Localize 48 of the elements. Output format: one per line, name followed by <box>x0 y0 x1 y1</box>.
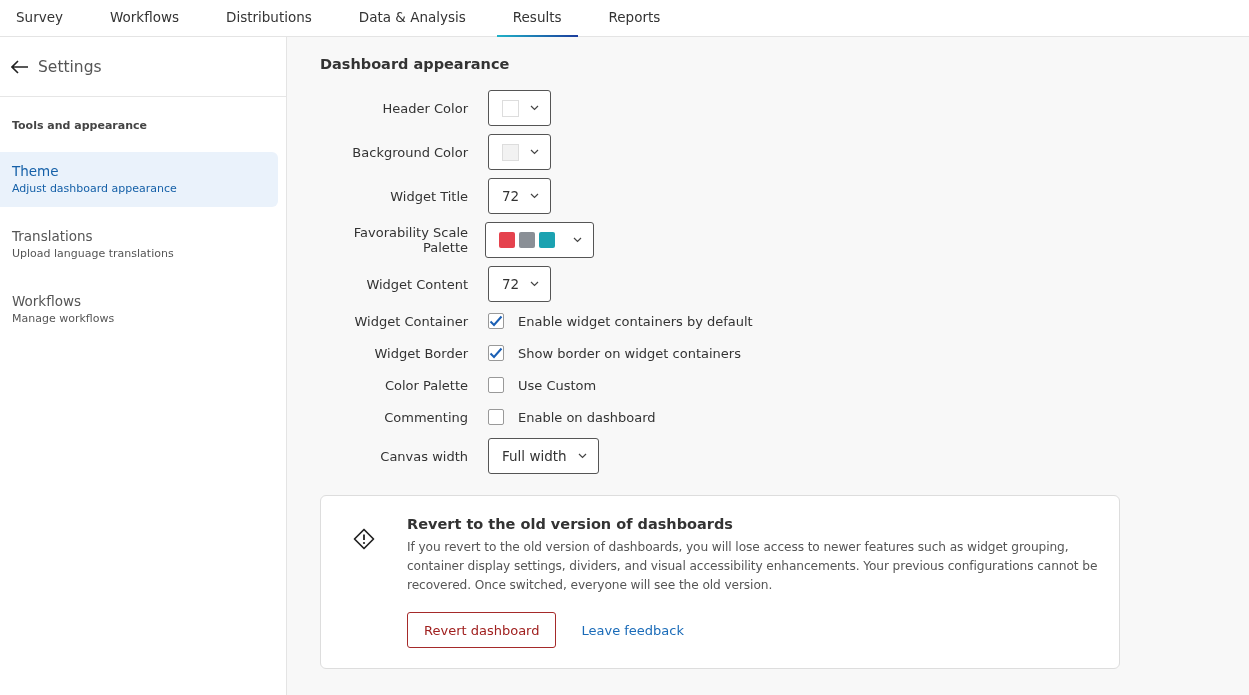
nav-tab[interactable]: Results <box>496 0 578 37</box>
feedback-link[interactable]: Leave feedback <box>581 622 684 638</box>
dropdown[interactable]: Full width <box>488 438 599 474</box>
sidebar-item[interactable]: Theme Adjust dashboard appearance <box>0 152 278 207</box>
checkbox[interactable] <box>488 377 504 393</box>
nav-tab[interactable]: Data & Analysis <box>342 0 482 37</box>
checkbox[interactable] <box>488 345 504 361</box>
setting-label: Background Color <box>351 144 468 160</box>
revert-button[interactable]: Revert dashboard <box>407 612 557 648</box>
caret-icon <box>530 149 539 155</box>
back-arrow-icon <box>11 59 29 74</box>
checkbox-label: Enable on dashboard <box>518 409 656 425</box>
setting-label: Color Palette <box>383 377 468 393</box>
sidebar-item[interactable]: Workflows Manage workflows <box>0 282 278 337</box>
color-dropdown[interactable] <box>488 90 551 126</box>
setting-label: Widget Title <box>389 188 468 204</box>
notice-text: If you revert to the old version of dashboards, you will lose access to newer features such as widget grouping, container display settings, dividers, and visual accessibility enhancements. Your previous configurations cannot be recovered. Once switched, everyone will see the old version. <box>407 539 1099 594</box>
setting-label: Widget Border <box>373 345 468 361</box>
caret-icon <box>530 193 540 199</box>
section-heading: Tools and appearance <box>11 118 148 134</box>
checkbox-label: Show border on widget containers <box>518 345 741 361</box>
caret-icon <box>573 237 582 243</box>
nav-tab[interactable]: Workflows <box>93 0 195 37</box>
setting-label: Widget Container <box>353 313 468 329</box>
notice-title: Revert to the old version of dashboards <box>407 516 734 532</box>
checkbox[interactable] <box>488 409 504 425</box>
palette-dropdown[interactable] <box>485 222 594 258</box>
setting-label: Canvas width <box>379 448 468 464</box>
nav-tab[interactable]: Reports <box>592 0 677 37</box>
back-button[interactable]: Settings <box>11 57 102 76</box>
nav-tab[interactable]: Distributions <box>210 0 328 37</box>
dropdown[interactable]: 72 <box>488 266 552 302</box>
color-dropdown[interactable] <box>488 134 551 170</box>
caret-icon <box>530 105 539 111</box>
warning-icon <box>353 528 375 550</box>
setting-label: Commenting <box>383 409 468 425</box>
section-title: Dashboard appearance <box>320 56 511 72</box>
sidebar-item[interactable]: Translations Upload language translations <box>0 217 278 272</box>
caret-icon <box>577 453 587 459</box>
nav-tab[interactable]: Survey <box>0 0 79 37</box>
setting-label: Header Color <box>381 100 468 116</box>
setting-label: Widget Content <box>365 276 468 292</box>
checkbox[interactable] <box>488 313 504 329</box>
checkbox-label: Use Custom <box>518 377 597 393</box>
dropdown[interactable]: 72 <box>488 178 552 214</box>
checkbox-label: Enable widget containers by default <box>518 313 753 329</box>
setting-label: Favorability Scale Palette <box>352 225 468 255</box>
caret-icon <box>530 281 540 287</box>
